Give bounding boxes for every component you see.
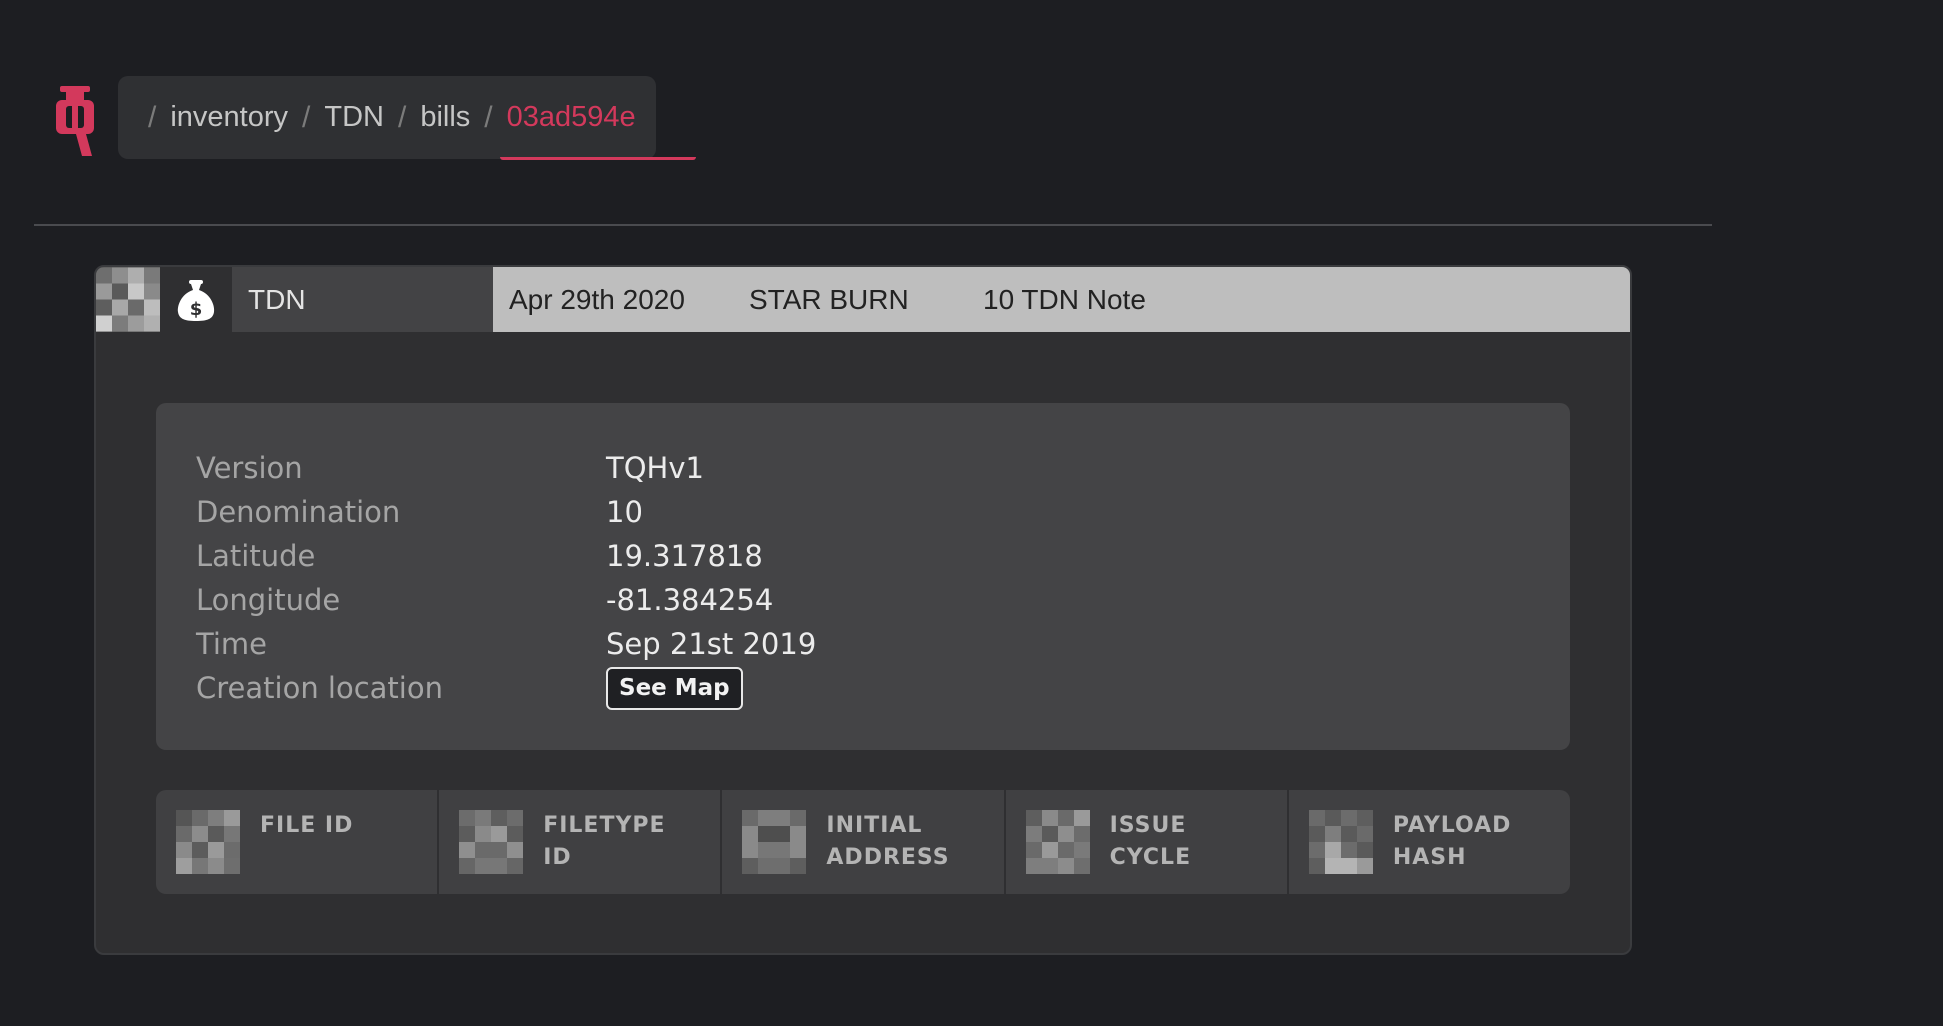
id-tiles: FILE ID FILETYPE ID INITIAL ADDRESS ISSU… [156,790,1570,894]
detail-row-time: Time Sep 21st 2019 [196,622,816,666]
detail-row-denomination: Denomination 10 [196,490,643,534]
detail-value: TQHv1 [606,451,704,485]
bill-card-header: $ TDN Apr 29th 2020 STAR BURN 10 TDN Not… [96,267,1630,332]
tile-filetype-id[interactable]: FILETYPE ID [439,790,721,894]
detail-row-creation-location: Creation location See Map [196,666,743,710]
bill-meta-bar: Apr 29th 2020 STAR BURN 10 TDN Note [493,267,1630,332]
tile-label: ISSUE CYCLE [1109,813,1192,870]
identicon-icon [1308,810,1373,874]
detail-label: Time [196,627,267,661]
bill-card: $ TDN Apr 29th 2020 STAR BURN 10 TDN Not… [94,265,1632,955]
money-bag-wrap: $ [160,267,232,332]
detail-row-longitude: Longitude -81.384254 [196,578,773,622]
see-map-button[interactable]: See Map [606,666,743,710]
tile-initial-address[interactable]: INITIAL ADDRESS [722,790,1004,894]
identicon-icon [1025,810,1090,874]
tile-label: INITIAL ADDRESS [826,813,950,870]
svg-text:$: $ [190,299,203,320]
tile-label: FILE ID [260,813,354,838]
detail-row-latitude: Latitude 19.317818 [196,534,763,578]
bill-date: Apr 29th 2020 [509,283,685,315]
tile-file-id[interactable]: FILE ID [156,790,438,894]
detail-label: Version [196,451,303,485]
details-panel: Version TQHv1 Denomination 10 Latitude 1… [156,403,1570,750]
detail-label: Latitude [196,539,316,573]
breadcrumb-item-bills[interactable]: bills [420,101,470,134]
breadcrumb-separator: / [397,100,407,134]
page: / inventory / TDN / bills / 03ad594e $ T… [0,0,1943,1026]
identicon-icon [176,810,240,874]
header-divider [34,224,1712,226]
bill-event: STAR BURN [749,283,909,315]
tile-payload-hash[interactable]: PAYLOAD HASH [1288,790,1570,894]
detail-label: Creation location [196,671,443,705]
bill-identicon [96,267,160,332]
detail-value: 10 [606,495,643,529]
tq-logo-icon[interactable] [56,86,94,156]
breadcrumb: / inventory / TDN / bills / 03ad594e [118,76,656,159]
detail-value: -81.384254 [606,583,774,617]
breadcrumb-item-current[interactable]: 03ad594e [507,101,636,134]
identicon-icon [742,810,807,874]
detail-value: 19.317818 [606,539,763,573]
identicon-icon [459,810,524,874]
breadcrumb-separator: / [148,100,157,134]
bill-note: 10 TDN Note [983,283,1146,315]
tile-label: FILETYPE ID [543,813,666,870]
breadcrumb-separator: / [302,100,311,134]
tile-issue-cycle[interactable]: ISSUE CYCLE [1005,790,1287,894]
active-crumb-underline [500,157,696,160]
detail-label: Longitude [196,583,341,617]
detail-row-version: Version TQHv1 [196,446,704,490]
currency-label: TDN [232,267,493,332]
detail-label: Denomination [196,495,401,529]
breadcrumb-item-inventory[interactable]: inventory [170,101,288,134]
breadcrumb-item-tdn[interactable]: TDN [324,101,384,134]
money-bag-icon: $ [177,279,215,321]
breadcrumb-separator: / [484,100,493,134]
detail-value: Sep 21st 2019 [606,627,817,661]
tile-label: PAYLOAD HASH [1392,813,1512,870]
